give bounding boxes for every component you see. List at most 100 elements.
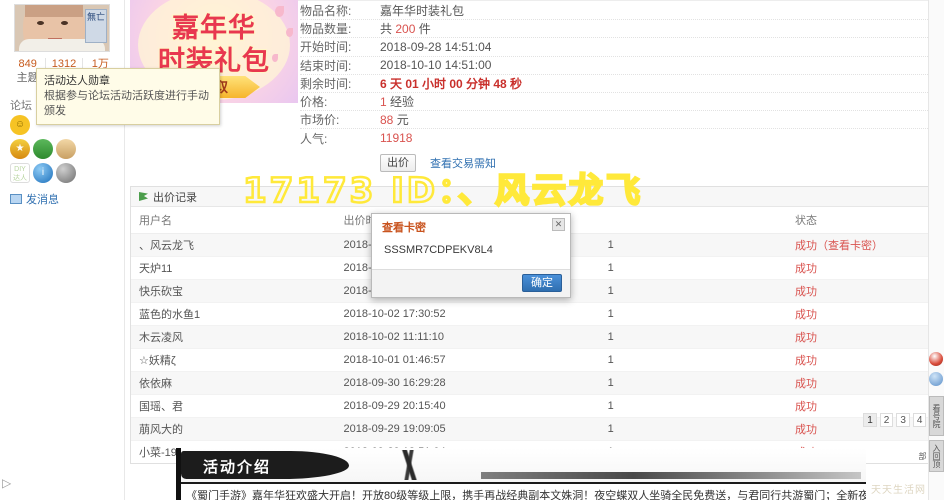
cell-quantity: 1: [599, 371, 788, 395]
plum-branch-icon: [336, 450, 486, 480]
cell-bidtime: 2018-10-02 11:11:10: [335, 325, 600, 349]
cell-username: 天炉11: [131, 256, 336, 280]
view-cdkey-link[interactable]: （查看卡密）: [817, 240, 883, 252]
ink-sweep-shape: [481, 472, 861, 479]
price-number: 1: [380, 95, 387, 110]
detail-value-remaining: 6 天 01 小时 00 分钟 48 秒: [380, 75, 522, 92]
mail-icon: [10, 194, 22, 204]
banner-heading: 活动介绍: [203, 459, 272, 476]
detail-label-popularity: 人气:: [300, 131, 328, 146]
status-text: 成功: [795, 263, 818, 275]
cell-bidtime: 2018-09-29 20:15:40: [335, 394, 600, 418]
detail-value-name: 嘉年华时装礼包: [380, 4, 465, 19]
market-suffix: 元: [393, 113, 409, 128]
trade-notice-link[interactable]: 查看交易需知: [430, 155, 496, 171]
cell-quantity: 1: [599, 325, 788, 349]
cell-bidtime: 2018-10-01 01:46:57: [335, 348, 600, 372]
badge-row-2: ★: [10, 139, 124, 159]
close-icon[interactable]: ✕: [552, 218, 565, 231]
cell-status: 成功: [787, 371, 944, 395]
tan-badge-icon[interactable]: [56, 139, 76, 159]
status-text: 成功: [795, 378, 818, 390]
diy-badge-icon[interactable]: DIY 达人: [10, 163, 30, 183]
bid-button[interactable]: 出价: [380, 153, 416, 172]
item-detail-table: 物品名称: 嘉年华时装礼包 物品数量: 共 200 件 开始时间: 2018-0…: [300, 0, 944, 148]
green-badge-icon[interactable]: [33, 139, 53, 159]
bid-records-header: 出价记录: [131, 187, 944, 207]
avatar-hair-shape: [25, 5, 83, 17]
cell-quantity: 1: [599, 279, 788, 303]
send-message-link[interactable]: 发消息: [10, 191, 124, 207]
confirm-button[interactable]: 确定: [522, 274, 562, 292]
view-cdkey-dialog: 查看卡密 ✕ 确定: [371, 213, 571, 298]
avatar[interactable]: 無亡: [14, 4, 110, 52]
detail-row-price: 价格: 1 经验: [300, 93, 944, 112]
market-number: 88: [380, 113, 394, 128]
detail-value-price: 1 经验: [380, 93, 414, 110]
col-status: 状态: [787, 207, 944, 234]
cell-status: 成功: [787, 256, 944, 280]
page-1-button[interactable]: 1: [863, 413, 877, 427]
status-text: 成功: [795, 286, 818, 298]
cell-quantity: 1: [599, 348, 788, 372]
blue-badge-icon[interactable]: i: [33, 163, 53, 183]
action-row: 出价 查看交易需知: [380, 153, 944, 172]
detail-label-name: 物品名称:: [300, 4, 352, 19]
status-text: 成功: [795, 309, 818, 321]
detail-row-qty: 物品数量: 共 200 件: [300, 20, 944, 39]
table-row: 木云凌风 2018-10-02 11:11:10 1 成功: [131, 325, 944, 349]
bid-records-title: 出价记录: [153, 191, 197, 204]
cell-quantity: 1: [599, 394, 788, 418]
avatar-eye-left: [37, 21, 44, 25]
cdkey-input[interactable]: [382, 243, 560, 257]
detail-row-remaining: 剩余时间: 6 天 01 小时 00 分钟 48 秒: [300, 75, 944, 93]
dialog-title: 查看卡密: [382, 222, 426, 234]
medal-badge-icon[interactable]: ★: [10, 139, 30, 159]
cell-quantity: 1: [599, 233, 788, 257]
remaining-countdown: 6 天 01 小时 00 分钟 48 秒: [380, 76, 523, 91]
dialog-body: [372, 238, 570, 269]
rail-button-2[interactable]: 入回顶部: [918, 440, 944, 472]
cell-username: ☆妖精ζ: [131, 348, 336, 372]
col-username: 用户名: [131, 207, 336, 234]
qty-prefix: 共: [380, 22, 396, 37]
qq-blue-icon[interactable]: [929, 372, 943, 386]
qq-red-icon[interactable]: [929, 352, 943, 366]
page-2-button[interactable]: 2: [879, 413, 894, 427]
detail-row-end: 结束时间: 2018-10-10 14:51:00: [300, 57, 944, 75]
avatar-eye-right: [61, 21, 68, 25]
rail-button-1[interactable]: 看号院: [929, 396, 944, 436]
tooltip-title: 活动达人勋章: [44, 75, 110, 87]
detail-label-market: 市场价:: [300, 113, 340, 128]
detail-label-end: 结束时间:: [300, 58, 352, 73]
table-row: 萠风大的 2018-09-29 19:09:05 1 成功: [131, 417, 944, 441]
tooltip-description: 根据参与论坛活动活跃度进行手动颁发: [44, 90, 209, 117]
faint-site-watermark: 天天生活网: [871, 485, 926, 496]
page-4-button[interactable]: 4: [912, 413, 927, 427]
cell-quantity: 1: [599, 302, 788, 326]
smile-badge-icon[interactable]: ☺: [10, 115, 30, 135]
cell-username: 萠风大的: [131, 417, 336, 441]
gray-badge-icon[interactable]: [56, 163, 76, 183]
flag-icon: [139, 192, 148, 201]
detail-value-popularity: 11918: [380, 131, 412, 145]
detail-label-qty: 物品数量:: [300, 22, 352, 37]
page-gutter-arrow-icon[interactable]: ▷: [2, 476, 11, 490]
qty-suffix: 件: [415, 22, 431, 37]
detail-label-price: 价格:: [300, 95, 328, 110]
cell-username: 国瑶、君: [131, 394, 336, 418]
detail-value-end: 2018-10-10 14:51:00: [380, 58, 492, 73]
table-row: 依依麻 2018-09-30 16:29:28 1 成功: [131, 371, 944, 395]
right-rail: 看号院 入回顶部: [918, 0, 944, 500]
cell-bidtime: 2018-10-02 17:30:52: [335, 302, 600, 326]
detail-value-market: 88 元: [380, 111, 409, 128]
cell-status: 成功（查看卡密）: [787, 233, 944, 257]
dialog-footer: 确定: [372, 269, 570, 297]
cell-status: 成功: [787, 302, 944, 326]
table-row: 蓝色的水鱼1 2018-10-02 17:30:52 1 成功: [131, 302, 944, 326]
detail-value-start: 2018-09-28 14:51:04: [380, 39, 492, 54]
page-3-button[interactable]: 3: [896, 413, 910, 427]
status-text: 成功: [795, 332, 818, 344]
avatar-stamp-icon: 無亡: [85, 9, 107, 43]
status-text: 成功: [795, 240, 818, 252]
